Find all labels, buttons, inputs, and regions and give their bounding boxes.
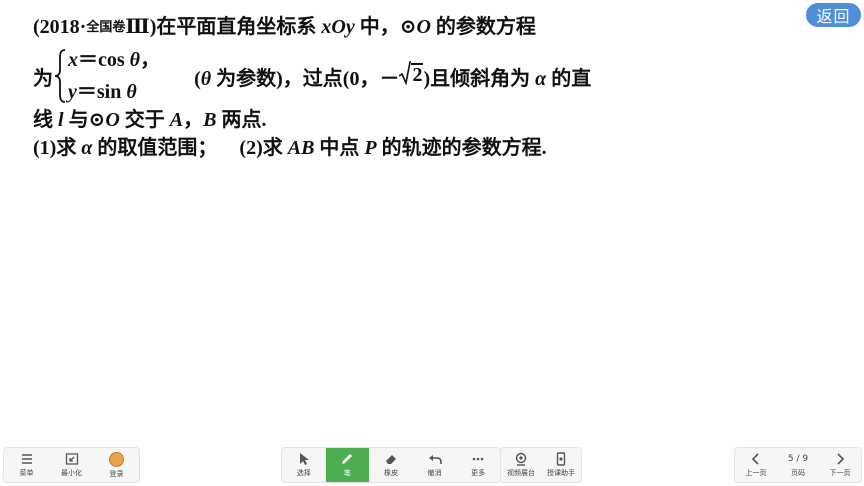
pen-icon [342, 454, 353, 464]
left-brace-icon [54, 49, 66, 103]
undo-button[interactable]: 撤消 [413, 448, 457, 482]
webcam-icon [515, 452, 527, 466]
toolbar-pagination: 上一页 5 / 9 页码 下一页 [734, 447, 862, 483]
next-page-button[interactable]: 下一页 [819, 448, 861, 482]
problem-line-1: (2018·全国卷Ⅲ)在平面直角坐标系 xOy 中，⊙O 的参数方程 [33, 16, 536, 38]
problem-line-3: 线 l 与⊙O 交于 A，B 两点. [33, 109, 267, 131]
eraser-icon [385, 455, 396, 464]
more-dots-icon [472, 457, 484, 461]
cursor-arrow-icon [299, 453, 309, 465]
chevron-right-icon [837, 453, 845, 465]
minimize-button[interactable]: 最小化 [49, 448, 94, 482]
minimize-icon [65, 453, 78, 465]
equation-y: y＝sin θ [68, 81, 137, 103]
page-indicator: 5 / 9 [787, 454, 809, 464]
more-button[interactable]: 更多 [456, 448, 500, 482]
page-number-button[interactable]: 5 / 9 页码 [777, 448, 819, 482]
eraser-tool-button[interactable]: 橡皮 [369, 448, 413, 482]
pen-tool-button[interactable]: 笔 [325, 448, 370, 482]
toolbar-left: 菜单 最小化 登录 [3, 447, 140, 483]
phone-icon [556, 452, 566, 466]
equation-x: x＝cos θ， [68, 49, 161, 71]
select-tool-button[interactable]: 选择 [282, 448, 326, 482]
problem-line-2: 为 x＝cos θ， y＝sin θ (θ 为参数)，过点(0，－ 2)且倾斜角为… [33, 48, 592, 104]
toolbar-tools: 选择 笔 橡皮 撤消 更多 [281, 447, 501, 483]
problem-questions: (1)求 α 的取值范围； (2)求 AB 中点 P 的轨迹的参数方程. [33, 136, 547, 160]
prev-page-button[interactable]: 上一页 [735, 448, 777, 482]
menu-button[interactable]: 菜单 [4, 448, 49, 482]
video-booth-button[interactable]: 视频展台 [501, 448, 541, 482]
undo-icon [428, 455, 442, 464]
radical-sign-icon [399, 61, 412, 85]
toolbar-extras: 视频展台 授课助手 [500, 447, 582, 483]
back-button[interactable]: 返回 [806, 3, 861, 27]
sqrt-expression: 2 [399, 61, 424, 85]
question-2: (2)求 AB 中点 P 的轨迹的参数方程. [239, 137, 547, 159]
login-button[interactable]: 登录 [94, 448, 139, 482]
teaching-assistant-button[interactable]: 授课助手 [541, 448, 581, 482]
menu-icon [21, 454, 32, 464]
chevron-left-icon [751, 453, 759, 465]
equation-system: x＝cos θ， y＝sin θ [54, 48, 160, 104]
avatar [109, 451, 124, 467]
question-1: (1)求 α 的取值范围； [33, 137, 218, 159]
